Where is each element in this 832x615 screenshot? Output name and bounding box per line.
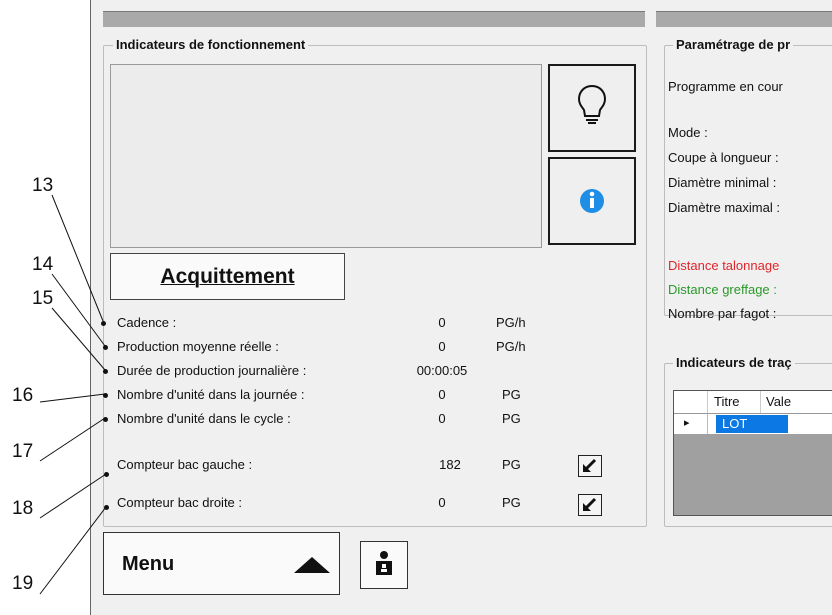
leader-line-18 xyxy=(39,473,107,519)
leader-line-14 xyxy=(51,273,106,347)
leader-line-15 xyxy=(51,307,106,371)
leader-line-16 xyxy=(39,393,106,403)
leader-line-19 xyxy=(39,506,107,595)
leader-line-17 xyxy=(39,417,106,462)
callout-leader-lines xyxy=(39,194,107,595)
leader-line-13 xyxy=(51,194,104,322)
